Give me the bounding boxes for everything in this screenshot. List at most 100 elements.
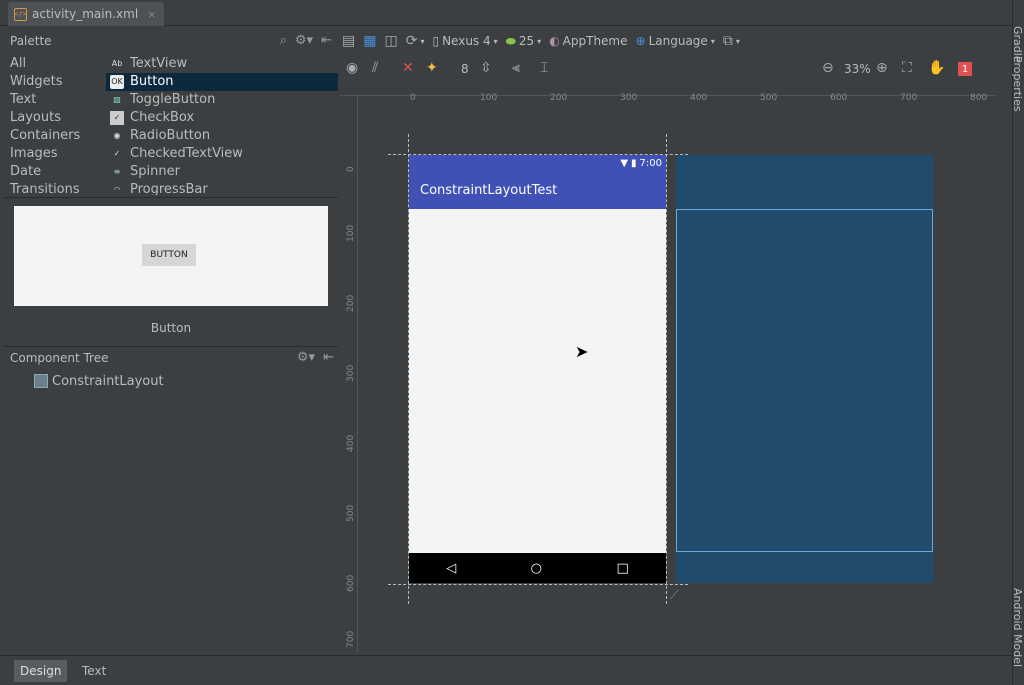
palette-item-label: TextView (130, 56, 188, 71)
blueprint-preview[interactable] (676, 155, 933, 583)
palette-category[interactable]: Containers (4, 127, 106, 145)
file-tab-label: activity_main.xml (32, 7, 139, 21)
preview-box: BUTTON (14, 206, 328, 306)
vertical-ruler: 0 100 200 300 400 500 600 700 (340, 96, 358, 652)
globe-icon: ⊕ (635, 34, 646, 48)
tab-design[interactable]: Design (14, 660, 68, 682)
pan-icon[interactable]: ✋ (928, 60, 945, 76)
ruler-tick-label: 200 (550, 93, 568, 103)
wifi-icon: ▼ (620, 157, 629, 169)
textview-icon: Ab (111, 59, 123, 68)
checkbox-icon: ✓ (110, 111, 124, 125)
gear-icon[interactable]: ⚙▾ (295, 33, 313, 48)
language-selector[interactable]: ⊕ Language ▾ (636, 34, 715, 48)
blueprint-view-icon[interactable]: ▦ (363, 33, 376, 49)
theme-selector[interactable]: ◐ AppTheme (549, 34, 627, 48)
layout-variants-icon: ⧉ (722, 33, 733, 49)
ruler-tick-label: 400 (346, 434, 356, 452)
palette-item-checkedtextview[interactable]: ✓ CheckedTextView (106, 145, 338, 163)
infer-constraints-icon[interactable]: ✦ (426, 60, 438, 76)
design-toolbar: ▤ ▦ ◫ ⟳ ▾ ▯ Nexus 4 ▾ ⬬ 25 ▾ ◐ AppTheme ⊕ Langu… (340, 30, 1000, 52)
tab-text[interactable]: Text (76, 660, 112, 682)
palette-item-togglebutton[interactable]: ▧ ToggleButton (106, 91, 338, 109)
guidelines-icon[interactable]: ⌶ (540, 60, 548, 76)
palette-category[interactable]: Transitions (4, 181, 106, 195)
palette-item-label: Button (130, 74, 174, 89)
palette-item-button[interactable]: OK Button (106, 73, 338, 91)
device-preview[interactable]: ▼ ▮ 7:00 ConstraintLayoutTest ◁ ○ □ (409, 155, 666, 583)
pack-icon[interactable]: ⇳ (480, 60, 492, 76)
palette-item-label: ProgressBar (130, 182, 208, 195)
palette-item-radiobutton[interactable]: ◉ RadioButton (106, 127, 338, 145)
gear-icon[interactable]: ⚙▾ (297, 350, 315, 365)
palette-category[interactable]: Widgets (4, 73, 106, 91)
palette-item-textview[interactable]: Ab TextView (106, 55, 338, 73)
status-time: 7:00 (639, 157, 662, 169)
home-icon: ○ (530, 560, 543, 576)
api-selector[interactable]: ⬬ 25 ▾ (506, 34, 542, 49)
orientation-button[interactable]: ⟳ ▾ (406, 33, 425, 49)
zoom-in-icon[interactable]: ⊕ (876, 60, 888, 76)
editor-tab-bar: </> activity_main.xml × (0, 0, 1012, 26)
tree-node-constraintlayout[interactable]: ConstraintLayout (34, 372, 164, 390)
clear-constraints-icon[interactable]: ✕ (402, 60, 414, 76)
ruler-tick-label: 400 (690, 93, 708, 103)
theme-icon: ◐ (549, 34, 560, 48)
palette-category[interactable]: Layouts (4, 109, 106, 127)
resize-handle-icon[interactable]: ⟋ (670, 588, 678, 603)
palette-item-progressbar[interactable]: ◠ ProgressBar (106, 181, 338, 195)
properties-tab[interactable]: Properties (1011, 56, 1024, 112)
preview-label: Button (150, 321, 192, 335)
guide-line (666, 134, 667, 604)
palette-category-list: All Widgets Text Layouts Containers Imag… (4, 55, 106, 195)
close-icon[interactable]: × (147, 8, 156, 21)
palette-item-label: Spinner (130, 164, 180, 179)
zoom-to-fit-icon[interactable]: ⛶ (902, 60, 912, 76)
ruler-tick-label: 200 (346, 294, 356, 312)
xml-file-icon: </> (14, 7, 27, 21)
ruler-tick-label: 600 (346, 574, 356, 592)
button-icon: OK (110, 75, 124, 89)
palette-item-checkbox[interactable]: ✓ CheckBox (106, 109, 338, 127)
tree-node-label: ConstraintLayout (52, 373, 164, 389)
ruler-tick-label: 0 (346, 166, 356, 172)
hide-panel-icon[interactable]: ⇤ (323, 350, 334, 365)
progressbar-icon: ◠ (113, 185, 121, 194)
split-view-icon[interactable]: ◫ (384, 33, 397, 49)
battery-icon: ▮ (631, 157, 637, 169)
constraintlayout-icon (34, 374, 48, 388)
eye-icon[interactable]: ◉ (346, 60, 358, 76)
palette-item-list: Ab TextView OK Button ▧ ToggleButton ✓ Check… (106, 55, 338, 195)
radiobutton-icon: ◉ (113, 131, 121, 140)
palette-category[interactable]: All (4, 55, 106, 73)
layout-variants-button[interactable]: ⧉ ▾ (723, 33, 740, 49)
design-canvas[interactable]: 0 100 200 300 400 500 600 700 800 0 100 … (340, 82, 996, 652)
blueprint-content-area (676, 209, 933, 552)
android-model-tab[interactable]: Android Model (1011, 588, 1024, 667)
component-tree-title: Component Tree (10, 350, 109, 365)
autoconnect-icon[interactable]: ⫽ (372, 60, 378, 76)
palette-item-spinner[interactable]: ≡ Spinner (106, 163, 338, 181)
error-badge[interactable]: 1 (958, 62, 972, 76)
palette-item-label: CheckBox (130, 110, 195, 125)
ruler-tick-label: 600 (830, 93, 848, 103)
zoom-out-icon[interactable]: ⊖ (822, 60, 834, 76)
preview-button[interactable]: BUTTON (142, 244, 196, 266)
hide-panel-icon[interactable]: ⇤ (321, 33, 332, 48)
palette-category[interactable]: Text (4, 91, 106, 109)
design-view-icon[interactable]: ▤ (342, 33, 355, 49)
palette-title: Palette (10, 34, 52, 48)
default-margin[interactable]: 8 (461, 62, 469, 76)
palette-category[interactable]: Date (4, 163, 106, 181)
checkedtextview-icon: ✓ (113, 149, 121, 158)
togglebutton-icon: ▧ (113, 95, 121, 104)
app-title: ConstraintLayoutTest (420, 182, 558, 198)
device-selector[interactable]: ▯ Nexus 4 ▾ (432, 34, 497, 48)
palette-header: Palette ⌕ ⚙▾ ⇤ (0, 30, 340, 52)
ruler-tick-label: 300 (620, 93, 638, 103)
back-icon: ◁ (446, 560, 457, 576)
palette-category[interactable]: Images (4, 145, 106, 163)
file-tab-activity-main[interactable]: </> activity_main.xml × (8, 2, 165, 26)
search-icon[interactable]: ⌕ (280, 33, 287, 48)
align-icon[interactable]: ⫷ (512, 60, 520, 76)
